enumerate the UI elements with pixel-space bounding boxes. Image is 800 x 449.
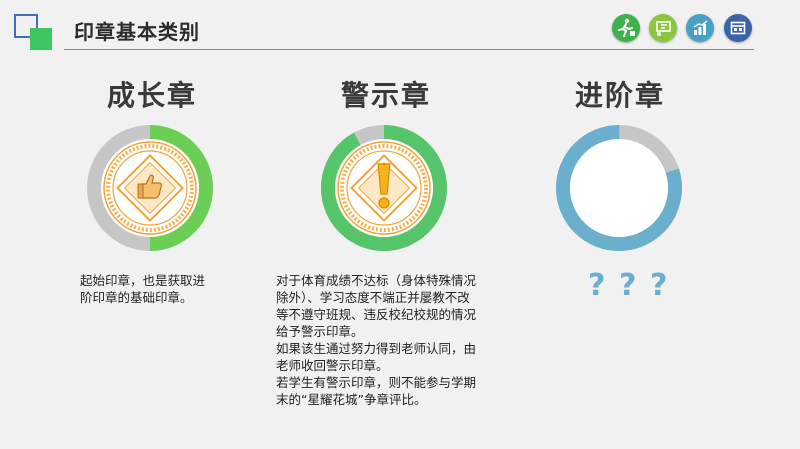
desc-line: 给予警示印章。	[276, 324, 364, 339]
chart-icon[interactable]	[686, 14, 714, 42]
header-divider	[64, 49, 754, 50]
desc-line: 末的“星耀花城”争章评比。	[276, 392, 427, 407]
question-mark: ?	[588, 268, 606, 303]
desc-line: 等不遵守班规、违反校纪校规的情况	[276, 307, 477, 322]
desc-line: 老师收回警示印章。	[276, 358, 389, 373]
growth-badge-description: 起始印章，也是获取进 阶印章的基础印章。	[80, 272, 205, 306]
desc-line: 若学生有警示印章，则不能参与学期	[276, 375, 477, 390]
question-mark: ?	[619, 268, 637, 303]
desc-line: 阶印章的基础印章。	[80, 290, 193, 305]
question-mark: ?	[650, 268, 668, 303]
runner-icon[interactable]	[612, 14, 640, 42]
thumbs-up-icon	[137, 174, 162, 199]
desc-line: 对于体育成绩不达标（身体特殊情况	[276, 273, 477, 288]
warning-badge-description: 对于体育成绩不达标（身体特殊情况 除外）、学习态度不端正并屡教不改 等不遵守班规…	[276, 272, 476, 408]
desc-line: 如果该生通过努力得到老师认同，由	[276, 341, 477, 356]
desc-line: 除外）、学习态度不端正并屡教不改	[276, 290, 470, 305]
advanced-badge-ring	[556, 125, 682, 251]
growth-badge-title: 成长章	[106, 79, 197, 112]
page-title: 印章基本类别	[74, 20, 200, 44]
desc-line: 起始印章，也是获取进	[80, 273, 206, 288]
warning-badge-title: 警示章	[340, 79, 431, 112]
logo-square-green	[30, 28, 52, 50]
exclamation-icon	[377, 163, 391, 209]
calendar-icon[interactable]	[724, 14, 752, 42]
slide: 印章基本类别 成长章 起始印章，也是获取进 阶印章的基础印章。 警示章 对于体育…	[0, 0, 800, 449]
classroom-icon[interactable]	[649, 14, 677, 42]
advanced-badge-title: 进阶章	[574, 79, 665, 112]
